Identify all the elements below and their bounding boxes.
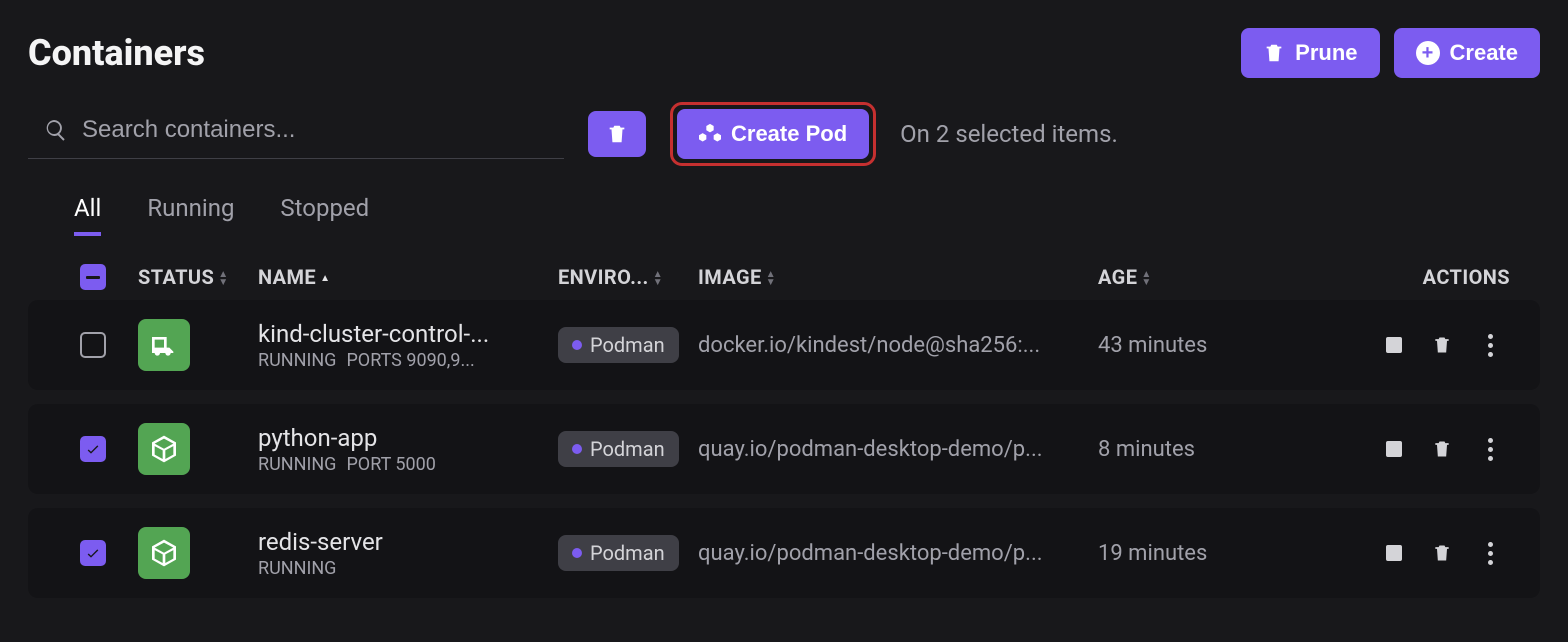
sort-icon: ▲▼: [1141, 271, 1151, 287]
pod-icon: [699, 123, 721, 145]
row-checkbox[interactable]: [80, 332, 106, 358]
container-status-text: RUNNING: [258, 454, 336, 475]
environment-badge: Podman: [558, 431, 679, 467]
sort-asc-icon: ▲: [320, 275, 330, 283]
search-field[interactable]: [28, 110, 564, 159]
stop-button[interactable]: [1384, 439, 1404, 459]
col-age[interactable]: AGE: [1098, 265, 1137, 289]
table-header: STATUS▲▼ NAME▲ ENVIRO...▲▼ IMAGE▲▼ AGE▲▼…: [28, 254, 1540, 300]
page-title: Containers: [28, 32, 205, 74]
kebab-icon: [1488, 334, 1493, 357]
container-status-text: RUNNING: [258, 350, 336, 371]
container-age: 43 minutes: [1098, 333, 1298, 358]
container-name[interactable]: redis-server: [258, 528, 538, 556]
delete-button[interactable]: [1432, 439, 1452, 459]
delete-button[interactable]: [1432, 543, 1452, 563]
select-all-checkbox[interactable]: [80, 264, 106, 290]
create-button[interactable]: + Create: [1394, 28, 1540, 78]
create-label: Create: [1450, 40, 1518, 66]
selected-items-text: On 2 selected items.: [900, 120, 1118, 148]
col-status[interactable]: STATUS: [138, 265, 214, 289]
table-row: kind-cluster-control-...RUNNING PORTS 909…: [28, 300, 1540, 390]
status-running-icon: [138, 423, 190, 475]
sort-icon: ▲▼: [653, 271, 663, 287]
env-dot-icon: [572, 340, 582, 350]
stop-button[interactable]: [1384, 543, 1404, 563]
prune-button[interactable]: Prune: [1241, 28, 1379, 78]
create-pod-button[interactable]: Create Pod: [677, 109, 869, 159]
stop-button[interactable]: [1384, 335, 1404, 355]
sort-icon: ▲▼: [218, 271, 228, 287]
trash-icon: [1263, 42, 1285, 64]
container-name[interactable]: kind-cluster-control-...: [258, 320, 538, 348]
more-actions-button[interactable]: [1480, 439, 1500, 459]
image-name: quay.io/podman-desktop-demo/p...: [698, 437, 1098, 462]
kebab-icon: [1488, 542, 1493, 565]
plus-circle-icon: +: [1416, 41, 1440, 65]
bulk-delete-button[interactable]: [588, 111, 646, 157]
container-age: 19 minutes: [1098, 541, 1298, 566]
row-checkbox[interactable]: [80, 436, 106, 462]
col-environment[interactable]: ENVIRO...: [558, 265, 649, 289]
sort-icon: ▲▼: [766, 271, 776, 287]
tab-all[interactable]: All: [74, 194, 101, 236]
create-pod-label: Create Pod: [731, 121, 847, 147]
col-name[interactable]: NAME: [258, 265, 316, 289]
delete-button[interactable]: [1432, 335, 1452, 355]
stop-icon: [1386, 545, 1402, 561]
image-name: docker.io/kindest/node@sha256:...: [698, 333, 1098, 358]
environment-badge: Podman: [558, 535, 679, 571]
container-age: 8 minutes: [1098, 437, 1298, 462]
more-actions-button[interactable]: [1480, 335, 1500, 355]
trash-icon: [606, 123, 628, 145]
tab-stopped[interactable]: Stopped: [280, 194, 369, 236]
kebab-icon: [1488, 438, 1493, 461]
environment-badge: Podman: [558, 327, 679, 363]
prune-label: Prune: [1295, 40, 1357, 66]
container-ports: PORTS 9090,9...: [346, 350, 474, 371]
create-pod-highlight: Create Pod: [670, 102, 876, 166]
env-dot-icon: [572, 444, 582, 454]
col-actions: ACTIONS: [1423, 265, 1510, 289]
container-ports: PORT 5000: [346, 454, 435, 475]
status-running-icon: [138, 527, 190, 579]
filter-tabs: All Running Stopped: [28, 194, 1540, 236]
container-status-text: RUNNING: [258, 558, 336, 579]
table-row: redis-serverRUNNING Podman quay.io/podman-…: [28, 508, 1540, 598]
stop-icon: [1386, 337, 1402, 353]
search-input[interactable]: [82, 116, 564, 144]
more-actions-button[interactable]: [1480, 543, 1500, 563]
col-image[interactable]: IMAGE: [698, 265, 762, 289]
tab-running[interactable]: Running: [147, 194, 234, 236]
env-dot-icon: [572, 548, 582, 558]
row-checkbox[interactable]: [80, 540, 106, 566]
search-icon: [44, 118, 68, 142]
status-running-icon: [138, 319, 190, 371]
image-name: quay.io/podman-desktop-demo/p...: [698, 541, 1098, 566]
table-row: python-appRUNNING PORT 5000 Podman quay.io/…: [28, 404, 1540, 494]
container-name[interactable]: python-app: [258, 424, 538, 452]
stop-icon: [1386, 441, 1402, 457]
